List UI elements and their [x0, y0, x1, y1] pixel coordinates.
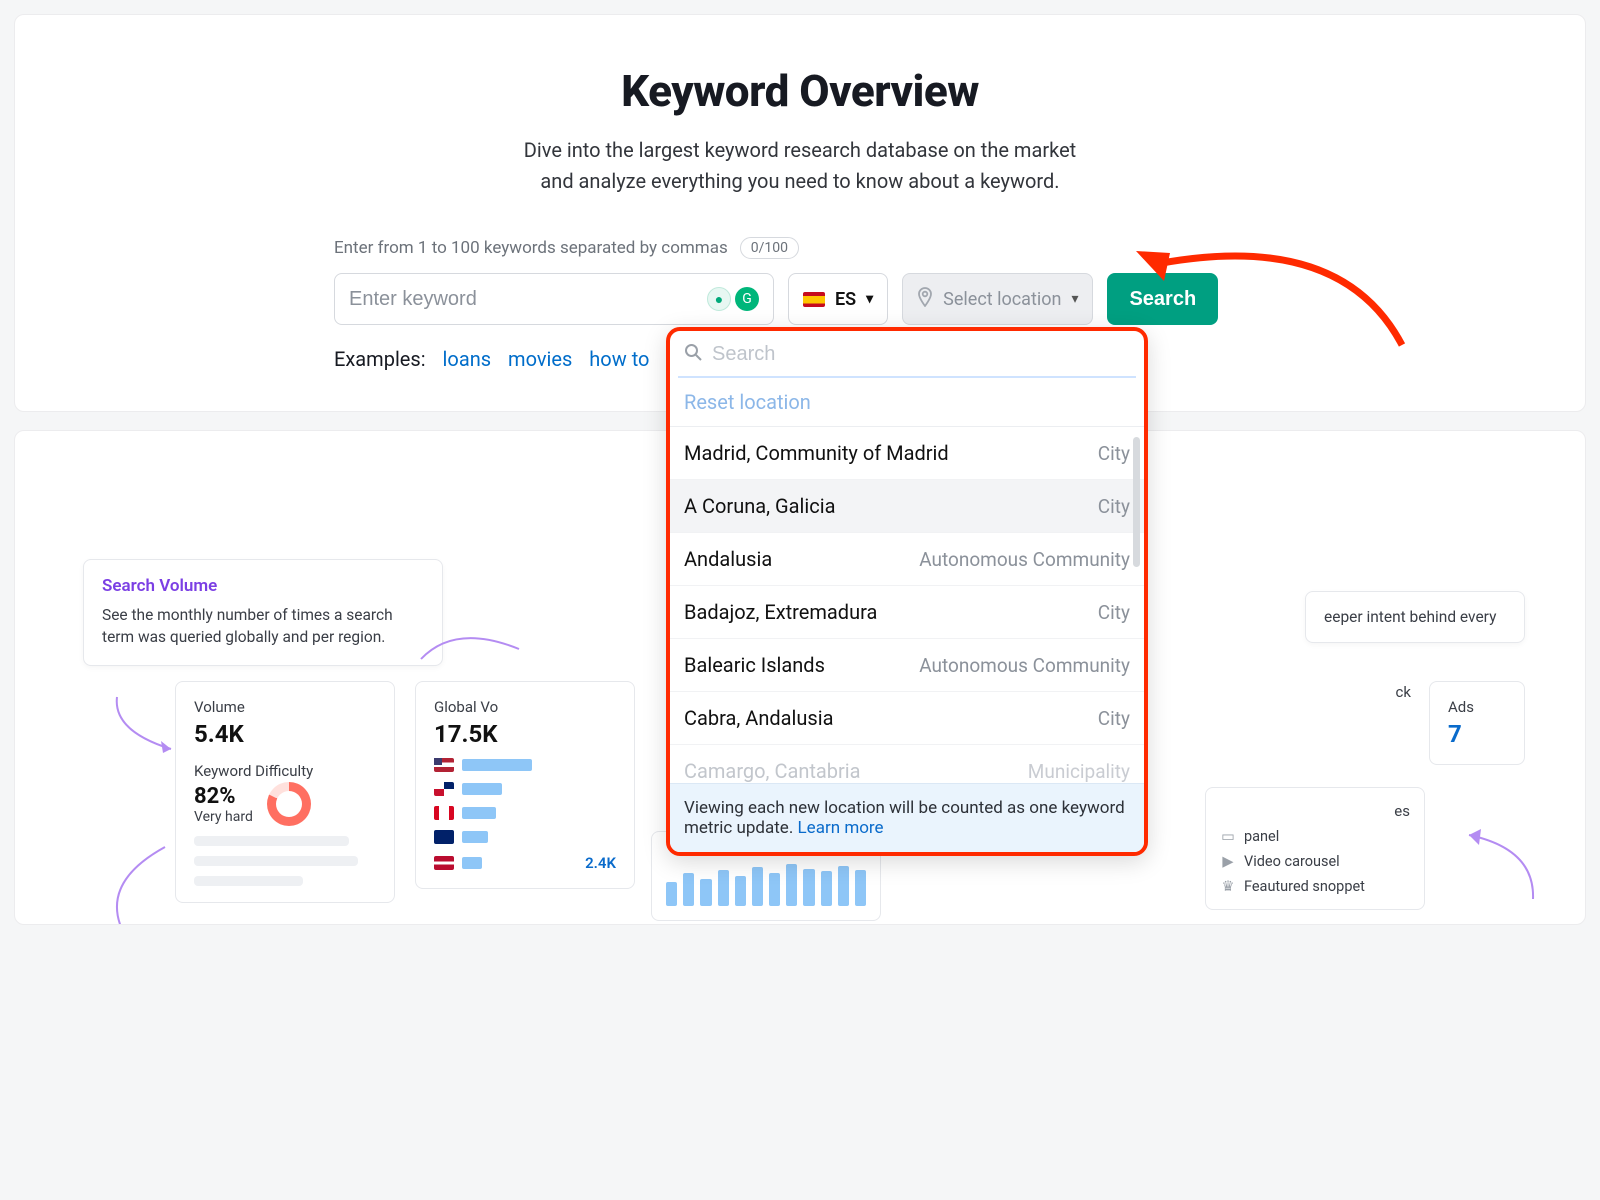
location-dropdown: Reset location Madrid, Community of Madr…	[666, 327, 1148, 856]
input-badges: ● G	[707, 287, 759, 311]
flag-au-icon	[434, 830, 454, 844]
assistant-icon[interactable]: ●	[707, 287, 731, 311]
global-volume-value: 17.5K	[434, 720, 616, 748]
search-button[interactable]: Search	[1107, 273, 1218, 325]
reset-location-link[interactable]: Reset location	[670, 378, 1144, 427]
metric-label: Global Vo	[434, 698, 616, 716]
ads-value: 7	[1448, 720, 1506, 748]
flag-ca-icon	[434, 806, 454, 820]
keyword-input-wrapper[interactable]: ● G	[334, 273, 774, 325]
learn-more-link[interactable]: Learn more	[798, 818, 884, 838]
search-icon	[684, 343, 702, 366]
metric-label: Volume	[194, 698, 376, 716]
country-code: ES	[835, 289, 856, 310]
flag-es-icon	[803, 292, 825, 307]
location-option[interactable]: Badajoz, ExtremaduraCity	[670, 586, 1144, 639]
grammarly-icon[interactable]: G	[735, 287, 759, 311]
location-select[interactable]: Select location ▾	[902, 273, 1093, 325]
metric-label: Ads	[1448, 698, 1506, 716]
country-select[interactable]: ES ▾	[788, 273, 888, 325]
location-option[interactable]: Balearic IslandsAutonomous Community	[670, 639, 1144, 692]
volume-card: Volume 5.4K Keyword Difficulty 82% Very …	[175, 681, 395, 903]
video-icon: ▶	[1220, 853, 1236, 870]
chevron-down-icon: ▾	[866, 291, 873, 307]
location-placeholder: Select location	[943, 289, 1061, 310]
location-option[interactable]: Cabra, AndalusiaCity	[670, 692, 1144, 745]
callout-title: Search Volume	[102, 576, 424, 596]
search-volume-callout: Search Volume See the monthly number of …	[83, 559, 443, 666]
location-option[interactable]: A Coruna, GaliciaCity	[670, 480, 1144, 533]
example-link[interactable]: loans	[443, 347, 492, 371]
flag-uk-icon	[434, 782, 454, 796]
kd-label: Keyword Difficulty	[194, 762, 376, 780]
example-link[interactable]: how to	[589, 347, 649, 371]
example-link[interactable]: movies	[508, 347, 572, 371]
location-option[interactable]: Madrid, Community of MadridCity	[670, 427, 1144, 480]
flag-no-icon	[434, 856, 454, 870]
page-subtitle: Dive into the largest keyword research d…	[45, 135, 1555, 197]
kd-value: 82%	[194, 784, 253, 809]
kd-desc: Very hard	[194, 809, 253, 825]
intent-callout-fragment: eeper intent behind every	[1305, 591, 1525, 643]
keyword-counter: 0/100	[740, 237, 799, 259]
volume-value: 5.4K	[194, 720, 376, 748]
helper-text: Enter from 1 to 100 keywords separated b…	[334, 238, 728, 258]
callout-desc: See the monthly number of times a search…	[102, 604, 424, 649]
location-option[interactable]: AndalusiaAutonomous Community	[670, 533, 1144, 586]
dropdown-list: Madrid, Community of MadridCity A Coruna…	[670, 427, 1144, 783]
metric-fragment: ck	[1396, 681, 1411, 701]
dropdown-scrollbar[interactable]	[1133, 437, 1140, 567]
keyword-form: Enter from 1 to 100 keywords separated b…	[334, 237, 1266, 371]
examples-label: Examples:	[334, 347, 426, 371]
location-option[interactable]: Camargo, CantabriaMunicipality	[670, 745, 1144, 783]
keyword-input[interactable]	[349, 288, 707, 311]
location-pin-icon	[917, 287, 933, 312]
serp-features-card: es ▭panel ▶Video carousel ♛Feautured sno…	[1205, 787, 1425, 910]
serp-heading-fragment: es	[1220, 802, 1410, 820]
panel-icon: ▭	[1220, 828, 1236, 845]
dropdown-search-row	[670, 331, 1144, 376]
keyword-overview-hero: Keyword Overview Dive into the largest k…	[14, 14, 1586, 412]
ads-card: Ads 7	[1429, 681, 1525, 765]
crown-icon: ♛	[1220, 878, 1236, 895]
dropdown-footer: Viewing each new location will be counte…	[670, 783, 1144, 852]
dropdown-search-input[interactable]	[712, 343, 1130, 366]
global-volume-card: Global Vo 17.5K 2.4K	[415, 681, 635, 889]
chevron-down-icon: ▾	[1071, 291, 1078, 307]
page-title: Keyword Overview	[45, 65, 1555, 117]
kd-donut-icon	[267, 782, 311, 826]
flag-us-icon	[434, 758, 454, 772]
gv-side-value: 2.4K	[585, 854, 616, 872]
